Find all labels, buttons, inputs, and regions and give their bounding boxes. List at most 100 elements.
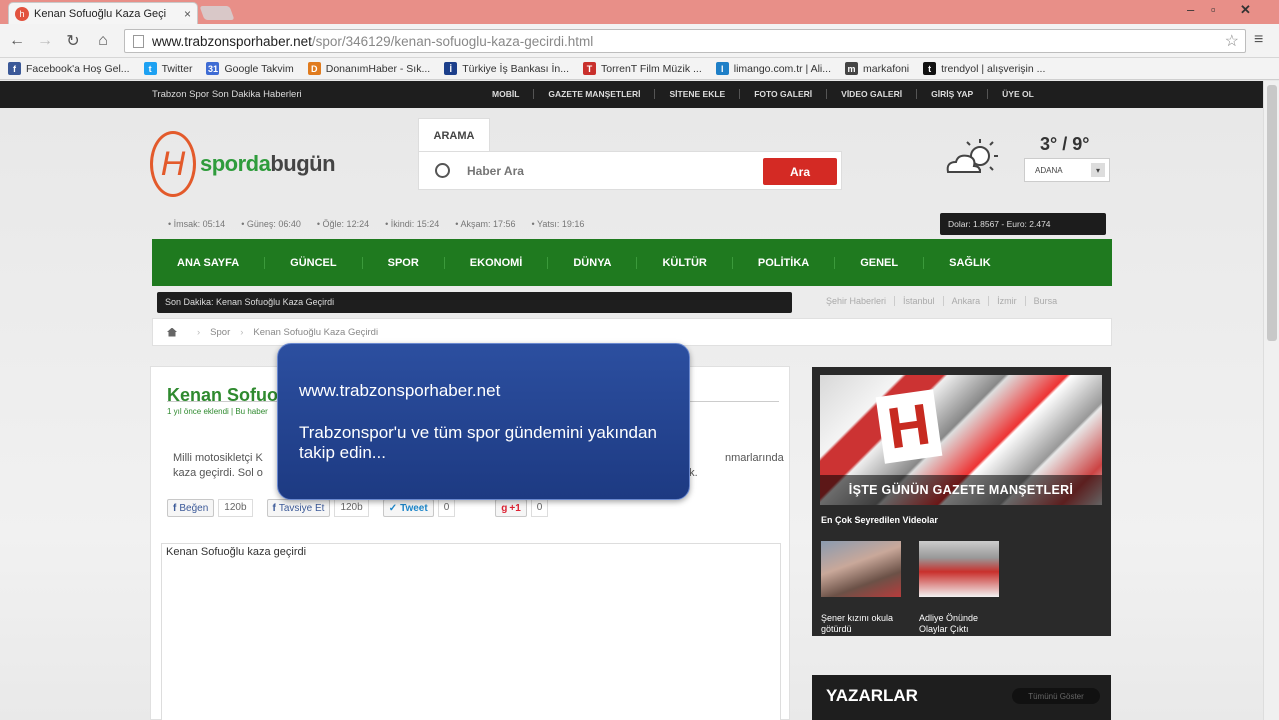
sidebar-media: H İŞTE GÜNÜN GAZETE MANŞETLERİ En Çok Se… [812, 367, 1111, 636]
site-topbar: Trabzon Spor Son Dakika Haberleri MOBİL G… [0, 81, 1263, 108]
show-all-button[interactable]: Tümünü Göster [1012, 688, 1100, 704]
city-link[interactable]: İstanbul [895, 296, 944, 306]
bookmark-favicon-icon: D [307, 62, 321, 75]
prayer-time: • Yatsı: 19:16 [531, 219, 584, 229]
bookmark-item[interactable]: f Facebook'a Hoş Gel... [8, 62, 130, 75]
topbar-nav-item[interactable]: GİRİŞ YAP [917, 89, 989, 99]
bookmark-item[interactable]: D DonanımHaber - Sık... [307, 62, 431, 75]
minimize-icon[interactable]: – [1187, 2, 1194, 17]
gazette-headlines-banner[interactable]: H İŞTE GÜNÜN GAZETE MANŞETLERİ [820, 375, 1102, 505]
topbar-nav-item[interactable]: SİTENE EKLE [655, 89, 741, 99]
prayer-time: • İkindi: 15:24 [385, 219, 439, 229]
home-icon[interactable]: ⌂ [92, 30, 114, 52]
recommend-count: 120b [334, 499, 369, 517]
facebook-like-button[interactable]: f Beğen [167, 499, 215, 517]
main-nav-item[interactable]: KÜLTÜR [637, 256, 733, 269]
topbar-nav-item[interactable]: MOBİL [478, 89, 535, 99]
video-thumbnail[interactable] [919, 541, 999, 597]
breadcrumb-home-icon[interactable] [167, 327, 177, 337]
city-link[interactable]: Ankara [944, 296, 990, 306]
prayer-time-label: İmsak: 05:14 [173, 219, 226, 229]
search-tab[interactable]: ARAMA [418, 118, 490, 152]
bookmark-star-icon[interactable]: ☆ [1225, 31, 1239, 51]
videos-heading: En Çok Seyredilen Videolar [821, 515, 938, 525]
bookmark-label: DonanımHaber - Sık... [325, 62, 431, 75]
topbar-nav-item[interactable]: ÜYE OL [988, 89, 1048, 99]
bookmark-item[interactable]: t trendyol | alışverişin ... [923, 62, 1045, 75]
newspaper-image: H [875, 389, 943, 464]
prayer-time: • Öğle: 12:24 [317, 219, 369, 229]
breaking-news-ticker[interactable]: Son Dakika: Kenan Sofuoğlu Kaza Geçirdi [157, 292, 792, 313]
main-nav-item[interactable]: ANA SAYFA [152, 256, 266, 269]
page-icon [133, 34, 144, 48]
search-input[interactable] [467, 159, 757, 183]
url-path: /spor/346129/kenan-sofuoglu-kaza-gecirdi… [311, 33, 594, 49]
site-logo[interactable]: H spordabugün [150, 131, 336, 197]
close-tab-icon[interactable]: × [184, 7, 191, 21]
city-link[interactable]: İzmir [989, 296, 1026, 306]
browser-tabstrip: h Kenan Sofuoğlu Kaza Geçi × – ▫ ✕ [0, 0, 1279, 24]
bookmark-favicon-icon: İ [444, 62, 458, 75]
topbar-nav-item[interactable]: VİDEO GALERİ [827, 89, 918, 99]
main-nav-item[interactable]: SAĞLIK [924, 257, 1016, 269]
url-host: www.trabzonsporhaber.net [152, 33, 312, 49]
reload-icon[interactable]: ↻ [62, 30, 84, 52]
search-button[interactable]: Ara [763, 158, 837, 185]
bookmark-label: markafoni [863, 62, 910, 75]
video-thumbnail[interactable] [821, 541, 901, 597]
overlay-message: Trabzonspor'u ve tüm spor gündemini yakı… [299, 423, 657, 462]
bookmark-item[interactable]: m markafoni [845, 62, 909, 75]
bookmark-item[interactable]: 31 Google Takvim [206, 62, 294, 75]
main-nav-item[interactable]: DÜNYA [548, 256, 638, 269]
city-select[interactable]: ADANA ▾ [1024, 158, 1110, 182]
browser-tab[interactable]: h Kenan Sofuoğlu Kaza Geçi × [8, 2, 198, 24]
bookmark-item[interactable]: l limango.com.tr | Ali... [715, 62, 832, 75]
topbar-title: Trabzon Spor Son Dakika Haberleri [152, 89, 302, 100]
prayer-time-label: Güneş: 06:40 [246, 219, 301, 229]
main-nav-item[interactable]: GENEL [835, 256, 925, 269]
temperature: 3° / 9° [1040, 134, 1090, 154]
maximize-icon[interactable]: ▫ [1211, 2, 1216, 17]
scrollbar[interactable] [1263, 81, 1279, 720]
like-count: 120b [218, 499, 253, 517]
topbar-nav-item[interactable]: GAZETE MANŞETLERİ [534, 89, 656, 99]
new-tab-button[interactable] [199, 6, 235, 20]
city-link[interactable]: Şehir Haberleri [818, 296, 896, 306]
tweet-button[interactable]: ✓ Tweet [382, 499, 434, 517]
breadcrumb-item-spor[interactable]: Spor [210, 327, 230, 338]
chevron-down-icon: ▾ [1091, 163, 1105, 177]
bookmark-favicon-icon: t [923, 62, 937, 75]
main-nav-item[interactable]: EKONOMİ [445, 256, 549, 269]
bookmark-label: Google Takvim [224, 62, 294, 75]
search-body: Ara [418, 151, 842, 190]
scrollbar-thumb[interactable] [1267, 85, 1277, 341]
facebook-recommend-button[interactable]: f Tavsiye Et [266, 499, 331, 517]
video-caption[interactable]: Adliye Önünde Olaylar Çıktı [919, 613, 1009, 635]
browser-menu-icon[interactable]: ≡ [1254, 31, 1263, 49]
site-favicon-icon: h [15, 6, 29, 21]
prayer-time-label: İkindi: 15:24 [390, 219, 440, 229]
main-nav-item[interactable]: SPOR [363, 256, 445, 269]
main-nav-item[interactable]: POLİTİKA [733, 256, 836, 269]
main-nav-item[interactable]: GÜNCEL [265, 256, 363, 269]
prayer-time-label: Akşam: 17:56 [460, 219, 516, 229]
address-bar[interactable]: www.trabzonsporhaber.net/spor/346129/ken… [124, 29, 1246, 53]
promo-overlay: www.trabzonsporhaber.net Trabzonspor'u v… [277, 343, 690, 500]
prayer-time: • İmsak: 05:14 [168, 219, 225, 229]
bookmark-item[interactable]: T TorrenT Film Müzik ... [583, 62, 702, 75]
window-close-icon[interactable]: ✕ [1240, 2, 1251, 18]
topbar-nav-item[interactable]: FOTO GALERİ [740, 89, 828, 99]
back-arrow-icon[interactable]: ← [6, 30, 28, 52]
tweet-count: 0 [437, 499, 456, 517]
city-link[interactable]: Bursa [1026, 296, 1066, 306]
google-plus-button[interactable]: g +1 [495, 499, 527, 517]
forward-arrow-icon[interactable]: → [34, 30, 56, 52]
tab-title: Kenan Sofuoğlu Kaza Geçi [34, 7, 167, 20]
bookmark-label: limango.com.tr | Ali... [733, 62, 832, 75]
google-plus-icon: g [501, 502, 508, 514]
bookmark-label: trendyol | alışverişin ... [941, 62, 1046, 75]
article-body: Kenan Sofuoğlu kaza geçirdi [161, 543, 781, 720]
bookmark-item[interactable]: t Twitter [143, 62, 192, 75]
video-caption[interactable]: Şener kızını okula götürdü [821, 613, 911, 635]
bookmark-item[interactable]: İ Türkiye İş Bankası İn... [444, 62, 569, 75]
